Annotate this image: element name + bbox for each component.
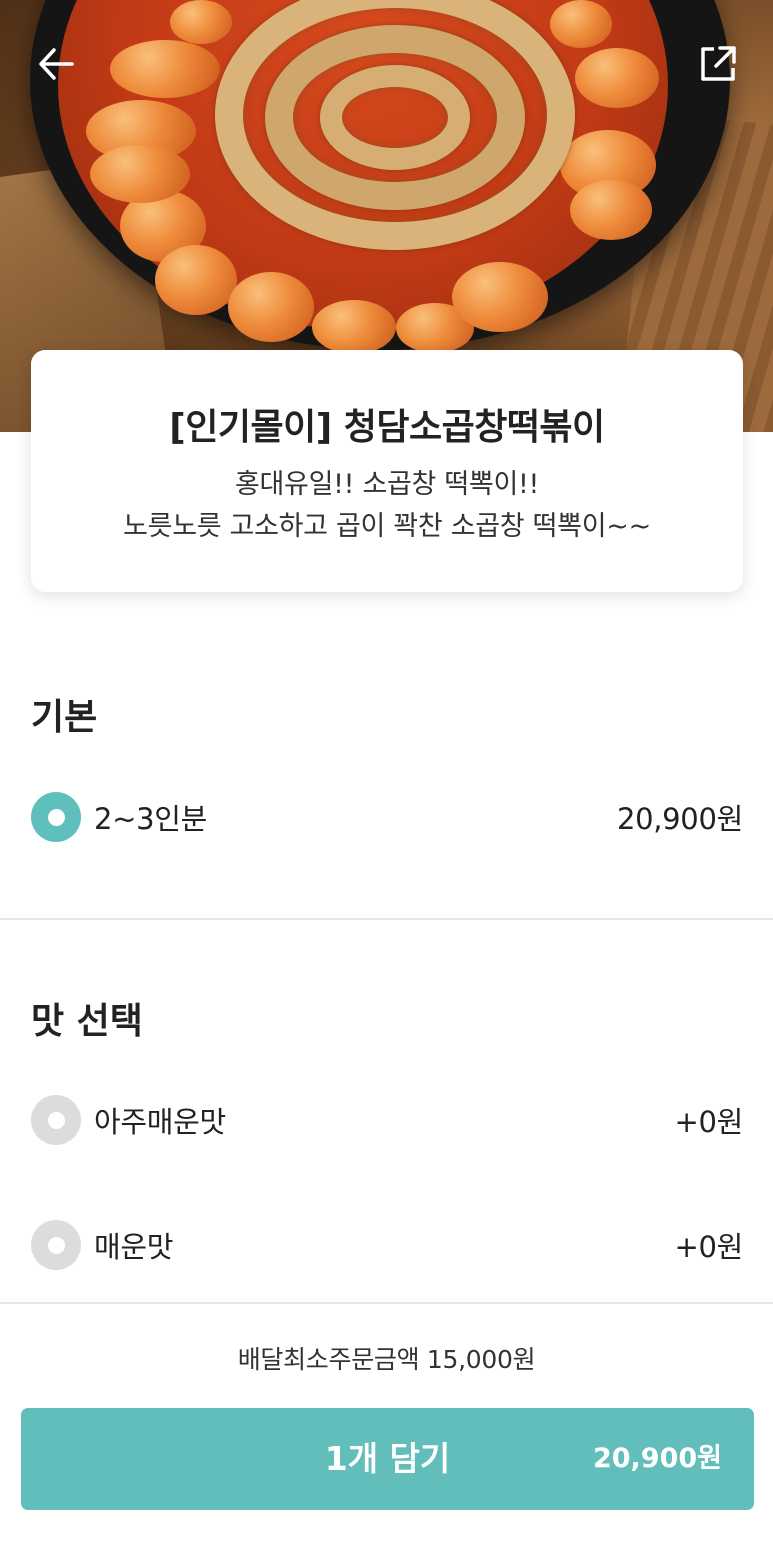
option-label: 아주매운맛 [94,1105,226,1139]
egg-image [452,262,548,332]
menu-description-line: 노릇노릇 고소하고 곱이 꽉찬 소곱창 떡뽁이~~ [123,511,651,542]
option-price: +0원 [674,1230,743,1264]
option-label: 매운맛 [94,1230,174,1264]
option-label: 2~3인분 [94,802,208,836]
gopchang-image [320,65,470,170]
menu-info-card: [인기몰이] 청담소곱창떡볶이 홍대유일!! 소곱창 떡뽁이!! 노릇노릇 고소… [31,350,743,592]
menu-title: [인기몰이] 청담소곱창떡볶이 [169,407,605,448]
radio-unselected[interactable] [31,1220,81,1270]
arrow-left-icon [39,48,74,80]
add-to-cart-price: 20,900원 [592,1443,722,1474]
egg-image [550,0,612,48]
option-row-very-spicy[interactable]: 아주매운맛 +0원 [31,1090,743,1150]
radio-selected[interactable] [31,792,81,842]
section-title-basic: 기본 [31,697,98,738]
section-title-taste: 맛 선택 [31,1001,143,1042]
share-button[interactable] [694,40,742,88]
menu-description: 홍대유일!! 소곱창 떡뽁이!! 노릇노릇 고소하고 곱이 꽉찬 소곱창 떡뽁이… [31,464,743,548]
egg-image [90,145,190,203]
option-row-serving[interactable]: 2~3인분 20,900원 [31,787,743,847]
add-to-cart-button[interactable]: 1개 담기 20,900원 [21,1408,754,1510]
egg-image [170,0,232,44]
option-price: 20,900원 [616,802,743,836]
egg-image [312,300,396,354]
egg-image [110,40,220,98]
egg-image [228,272,314,342]
option-price: +0원 [674,1105,743,1139]
egg-image [155,245,237,315]
egg-image [570,180,652,240]
footer-divider [0,1302,773,1304]
egg-image [575,48,659,108]
back-button[interactable] [32,40,80,88]
share-external-icon [701,46,736,81]
menu-description-line: 홍대유일!! 소곱창 떡뽁이!! [234,469,540,500]
option-row-spicy[interactable]: 매운맛 +0원 [31,1215,743,1275]
min-order-amount: 배달최소주문금액 15,000원 [237,1345,536,1374]
radio-unselected[interactable] [31,1095,81,1145]
section-divider [0,918,773,920]
